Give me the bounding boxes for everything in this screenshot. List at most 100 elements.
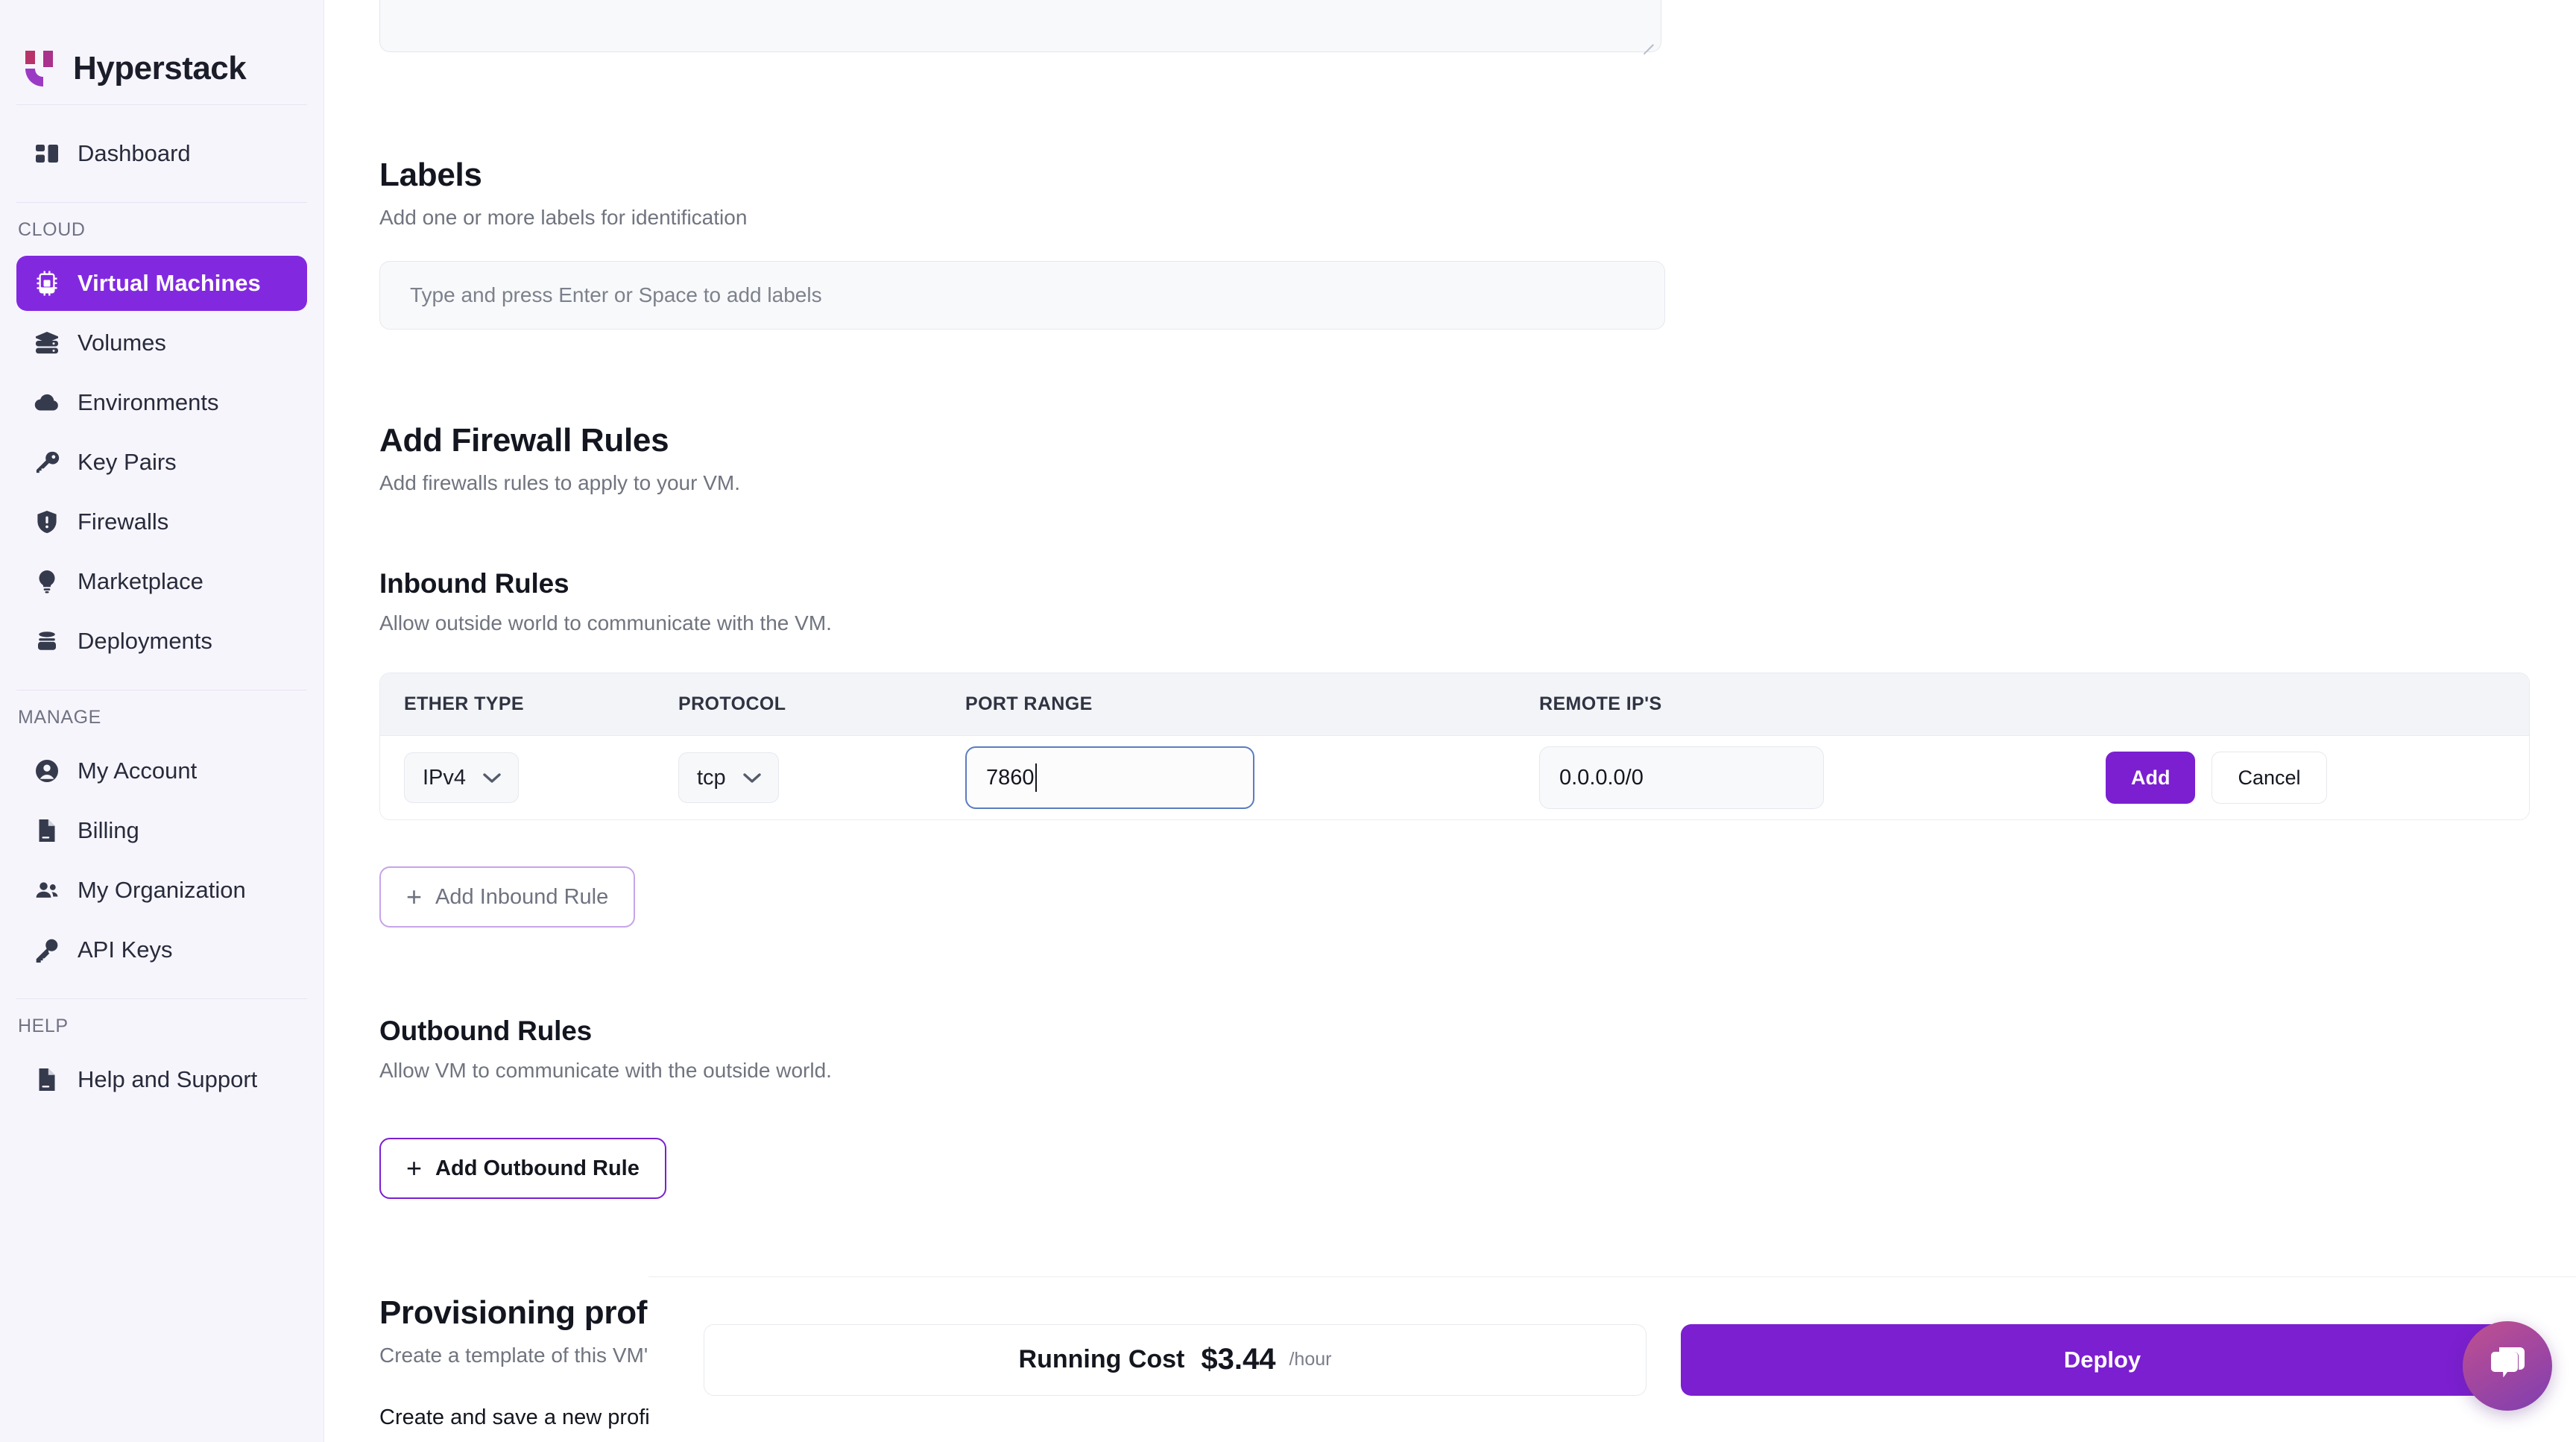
- sidebar-item-environments[interactable]: Environments: [16, 375, 307, 430]
- document-icon: [33, 1065, 61, 1094]
- resize-handle-icon[interactable]: [1638, 31, 1655, 47]
- sidebar-item-label: Dashboard: [78, 140, 191, 167]
- lightbulb-icon: [33, 567, 61, 596]
- document-icon: [33, 816, 61, 845]
- chat-widget-button[interactable]: [2463, 1321, 2552, 1411]
- running-cost-card: Running Cost $3.44 /hour: [704, 1324, 1647, 1396]
- sidebar-group-cloud: CLOUD Virtual Machines Volumes Environme…: [0, 203, 323, 690]
- chevron-down-icon: [742, 772, 762, 784]
- remote-ips-value: 0.0.0.0/0: [1559, 766, 1644, 790]
- ether-type-select[interactable]: IPv4: [404, 752, 519, 803]
- deploy-button[interactable]: Deploy: [1681, 1324, 2524, 1396]
- inbound-title: Inbound Rules: [379, 568, 2524, 599]
- labels-title: Labels: [379, 157, 2524, 194]
- ether-type-value: IPv4: [423, 766, 466, 790]
- outbound-rules-section: Outbound Rules Allow VM to communicate w…: [379, 1016, 2524, 1199]
- cloud-icon: [33, 388, 61, 417]
- inbound-rules-table: ETHER TYPE PROTOCOL PORT RANGE REMOTE IP…: [379, 673, 2530, 820]
- protocol-value: tcp: [697, 766, 726, 790]
- firewall-description: Add firewalls rules to apply to your VM.: [379, 471, 2524, 495]
- sidebar-caption-cloud: CLOUD: [0, 207, 323, 251]
- running-cost-value: $3.44: [1201, 1343, 1275, 1376]
- labels-input[interactable]: Type and press Enter or Space to add lab…: [379, 261, 1665, 330]
- sidebar-item-label: Volumes: [78, 330, 166, 356]
- column-header-remote-ips: REMOTE IP'S: [1539, 693, 2106, 715]
- sidebar-item-marketplace[interactable]: Marketplace: [16, 554, 307, 609]
- column-header-port-range: PORT RANGE: [965, 693, 1539, 715]
- sidebar-item-label: Environments: [78, 389, 219, 416]
- cancel-rule-button[interactable]: Cancel: [2212, 752, 2326, 804]
- sidebar-item-my-organization[interactable]: My Organization: [16, 863, 307, 918]
- sidebar-item-api-keys[interactable]: API Keys: [16, 922, 307, 977]
- sidebar-item-firewalls[interactable]: Firewalls: [16, 494, 307, 550]
- cell-protocol: tcp: [678, 752, 965, 803]
- provisioning-toggle-label: Create and save a new profile: [379, 1405, 666, 1430]
- sidebar-item-label: Marketplace: [78, 568, 203, 595]
- sidebar-item-label: Billing: [78, 817, 139, 844]
- people-icon: [33, 876, 61, 904]
- port-range-value: 7860: [986, 766, 1035, 790]
- remote-ips-input[interactable]: 0.0.0.0/0: [1539, 746, 1824, 809]
- cell-actions: Add Cancel: [2106, 752, 2529, 804]
- sidebar-item-label: Virtual Machines: [78, 270, 261, 297]
- sidebar-item-my-account[interactable]: My Account: [16, 743, 307, 799]
- database-icon: [33, 329, 61, 357]
- sidebar-item-label: Help and Support: [78, 1066, 257, 1093]
- sidebar-item-label: Firewalls: [78, 509, 168, 535]
- sidebar-item-billing[interactable]: Billing: [16, 803, 307, 858]
- inbound-rules-section: Inbound Rules Allow outside world to com…: [379, 568, 2524, 928]
- running-cost-unit: /hour: [1289, 1349, 1331, 1370]
- cell-ether-type: IPv4: [380, 752, 678, 803]
- column-header-protocol: PROTOCOL: [678, 693, 965, 715]
- sidebar-item-label: Key Pairs: [78, 449, 177, 476]
- sidebar-item-virtual-machines[interactable]: Virtual Machines: [16, 256, 307, 311]
- firewall-section: Add Firewall Rules Add firewalls rules t…: [379, 422, 2524, 495]
- table-header-row: ETHER TYPE PROTOCOL PORT RANGE REMOTE IP…: [380, 673, 2529, 736]
- plus-icon: +: [406, 1155, 422, 1182]
- key-outline-icon: [33, 936, 61, 964]
- chip-icon: [33, 269, 61, 297]
- dashboard-icon: [33, 139, 61, 168]
- labels-section: Labels Add one or more labels for identi…: [379, 157, 2524, 330]
- sidebar: Hyperstack Dashboard CLOUD Virtual Machi…: [0, 0, 324, 1442]
- labels-description: Add one or more labels for identificatio…: [379, 206, 2524, 230]
- shield-alert-icon: [33, 508, 61, 536]
- firewall-title: Add Firewall Rules: [379, 422, 2524, 459]
- sidebar-group-manage: MANAGE My Account Billing My Organizatio…: [0, 690, 323, 998]
- outbound-title: Outbound Rules: [379, 1016, 2524, 1047]
- protocol-select[interactable]: tcp: [678, 752, 779, 803]
- sidebar-item-help-and-support[interactable]: Help and Support: [16, 1052, 307, 1107]
- cell-port-range: 7860: [965, 746, 1539, 809]
- key-icon: [33, 448, 61, 476]
- brand-name: Hyperstack: [73, 50, 246, 87]
- sidebar-item-label: My Account: [78, 758, 197, 784]
- sticky-footer: Running Cost $3.44 /hour Deploy: [648, 1276, 2576, 1442]
- form-scroll-area: Labels Add one or more labels for identi…: [324, 0, 2576, 1435]
- sidebar-item-deployments[interactable]: Deployments: [16, 614, 307, 669]
- sidebar-item-label: My Organization: [78, 877, 246, 904]
- sidebar-group-help: HELP Help and Support: [0, 999, 323, 1128]
- main-content: Labels Add one or more labels for identi…: [324, 0, 2576, 1442]
- add-outbound-rule-label: Add Outbound Rule: [435, 1156, 640, 1181]
- cloud-init-textarea[interactable]: [379, 0, 1661, 52]
- add-inbound-rule-wrap: + Add Inbound Rule: [379, 866, 2524, 928]
- chat-bubble-icon: [2484, 1341, 2531, 1391]
- add-rule-confirm-button[interactable]: Add: [2106, 752, 2195, 804]
- cell-remote-ips: 0.0.0.0/0: [1539, 746, 2106, 809]
- add-outbound-rule-button[interactable]: + Add Outbound Rule: [379, 1138, 666, 1199]
- add-inbound-rule-button[interactable]: + Add Inbound Rule: [379, 866, 635, 928]
- sidebar-item-label: API Keys: [78, 936, 173, 963]
- text-cursor: [1035, 763, 1037, 792]
- add-outbound-rule-wrap: + Add Outbound Rule: [379, 1138, 2524, 1199]
- sidebar-item-key-pairs[interactable]: Key Pairs: [16, 435, 307, 490]
- sidebar-item-dashboard[interactable]: Dashboard: [16, 126, 307, 181]
- sidebar-group-general: Dashboard: [0, 105, 323, 202]
- sidebar-caption-help: HELP: [0, 1004, 323, 1048]
- app-root: Hyperstack Dashboard CLOUD Virtual Machi…: [0, 0, 2576, 1442]
- labels-input-placeholder: Type and press Enter or Space to add lab…: [410, 283, 822, 307]
- port-range-input[interactable]: 7860: [965, 746, 1254, 809]
- sidebar-item-volumes[interactable]: Volumes: [16, 315, 307, 371]
- brand: Hyperstack: [0, 0, 323, 104]
- column-header-ether-type: ETHER TYPE: [380, 693, 678, 715]
- hyperstack-logo-icon: [24, 49, 58, 88]
